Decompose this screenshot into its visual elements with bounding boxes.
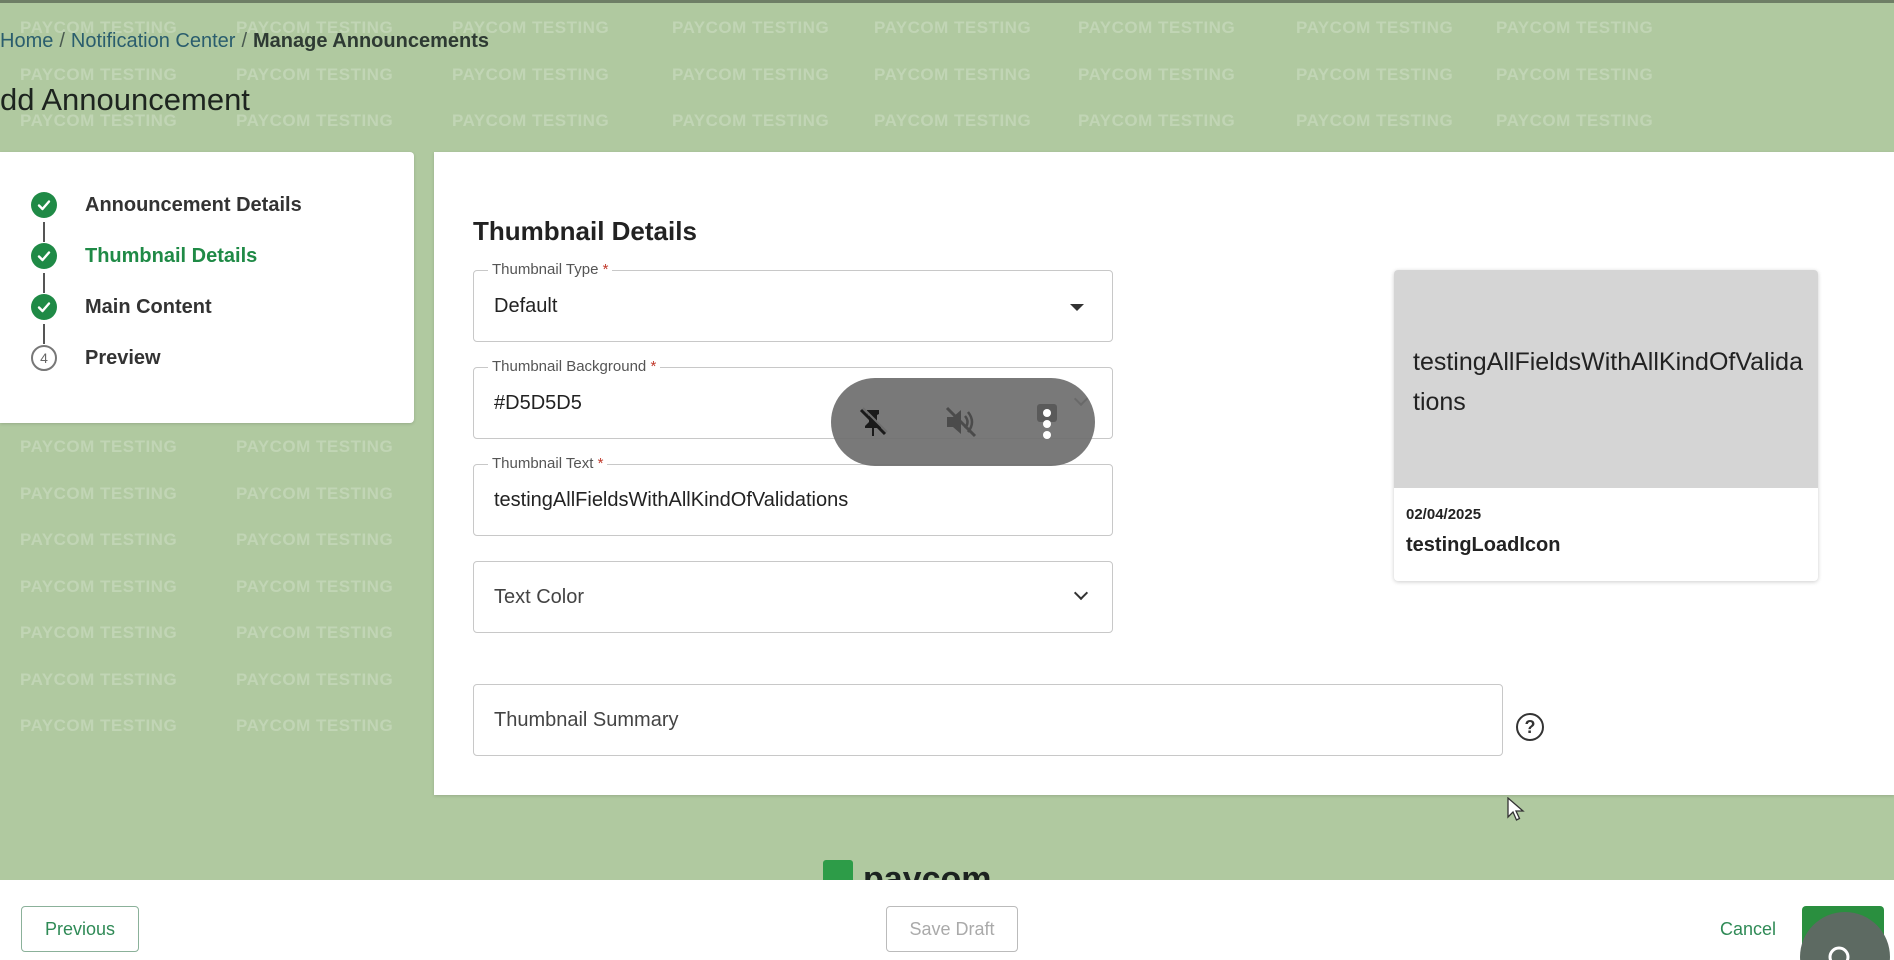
watermark-text: PAYCOM TESTING — [672, 65, 830, 84]
watermark-text: PAYCOM TESTING — [672, 111, 830, 130]
breadcrumb-separator: / — [241, 30, 248, 52]
field-label: Thumbnail Background * — [488, 358, 661, 375]
watermark-text: PAYCOM TESTING — [1496, 111, 1654, 130]
watermark-text: PAYCOM TESTING — [236, 577, 394, 596]
watermark-text: PAYCOM TESTING — [20, 670, 178, 689]
breadcrumb-current: Manage Announcements — [253, 30, 489, 52]
text-color-placeholder: Text Color — [494, 586, 585, 608]
pin-off-icon[interactable] — [853, 402, 893, 442]
step-preview[interactable]: 4 Preview — [31, 343, 161, 373]
chevron-down-icon — [1073, 585, 1089, 601]
step-label: Announcement Details — [85, 194, 302, 216]
field-label: Thumbnail Text * — [488, 455, 608, 472]
thumbnail-preview-image: testingAllFieldsWithAllKindOfValidations — [1394, 270, 1818, 488]
thumbnail-preview-card: testingAllFieldsWithAllKindOfValidations… — [1394, 270, 1818, 581]
step-connector — [43, 273, 45, 293]
breadcrumb-separator: / — [59, 30, 65, 52]
previous-button[interactable]: Previous — [21, 906, 139, 952]
preview-name: testingLoadIcon — [1406, 534, 1561, 556]
breadcrumb-home[interactable]: Home — [0, 30, 53, 52]
watermark-text: PAYCOM TESTING — [874, 18, 1032, 37]
check-circle-icon — [31, 294, 57, 320]
watermark-text: PAYCOM TESTING — [1296, 111, 1454, 130]
logo-text: paycom — [863, 860, 992, 882]
caret-down-icon — [1070, 304, 1084, 311]
watermark-text: PAYCOM TESTING — [672, 18, 830, 37]
logo-mark — [823, 860, 853, 882]
watermark-text: PAYCOM TESTING — [452, 111, 610, 130]
watermark-text: PAYCOM TESTING — [1078, 111, 1236, 130]
mouse-cursor-icon — [1507, 797, 1525, 821]
watermark-text: PAYCOM TESTING — [1496, 18, 1654, 37]
thumbnail-type-select[interactable]: Thumbnail Type * Default — [473, 261, 1113, 342]
thumbnail-background-value: #D5D5D5 — [494, 392, 582, 414]
watermark-text: PAYCOM TESTING — [20, 577, 178, 596]
watermark-text: PAYCOM TESTING — [1296, 65, 1454, 84]
step-connector — [43, 324, 45, 344]
watermark-text: PAYCOM TESTING — [452, 65, 610, 84]
volume-off-icon[interactable] — [941, 402, 981, 442]
watermark-text: PAYCOM TESTING — [1296, 18, 1454, 37]
step-label: Preview — [85, 347, 161, 369]
watermark-text: PAYCOM TESTING — [874, 111, 1032, 130]
watermark-text: PAYCOM TESTING — [236, 670, 394, 689]
footer-bar: Previous Save Draft Cancel Next — [0, 880, 1894, 960]
watermark-text: PAYCOM TESTING — [20, 623, 178, 642]
watermark-text: PAYCOM TESTING — [20, 716, 178, 735]
watermark-text: PAYCOM TESTING — [1496, 65, 1654, 84]
watermark-text: PAYCOM TESTING — [236, 530, 394, 549]
step-label: Thumbnail Details — [85, 245, 258, 267]
watermark-text: PAYCOM TESTING — [236, 716, 394, 735]
section-title: Thumbnail Details — [473, 216, 697, 246]
thumbnail-type-value: Default — [494, 295, 558, 317]
preview-thumbnail-text: testingAllFieldsWithAllKindOfValidations — [1413, 348, 1803, 416]
step-thumbnail-details[interactable]: Thumbnail Details — [31, 241, 257, 271]
watermark-text: PAYCOM TESTING — [236, 65, 394, 84]
paycom-logo: paycom — [823, 858, 1023, 882]
stepper-card: Announcement Details Thumbnail Details M… — [0, 152, 414, 423]
watermark-text: PAYCOM TESTING — [1078, 65, 1236, 84]
preview-date: 02/04/2025 — [1406, 506, 1482, 523]
watermark-text: PAYCOM TESTING — [20, 437, 178, 456]
watermark-row: PAYCOM TESTING PAYCOM TESTING PAYCOM TESTI… — [0, 111, 1894, 131]
thumbnail-summary-placeholder: Thumbnail Summary — [494, 709, 679, 731]
watermark-text: PAYCOM TESTING — [20, 484, 178, 503]
page-title: dd Announcement — [0, 82, 250, 117]
watermark-text: PAYCOM TESTING — [236, 484, 394, 503]
text-color-select[interactable]: Text Color — [473, 561, 1113, 633]
check-circle-icon — [31, 243, 57, 269]
step-announcement-details[interactable]: Announcement Details — [31, 190, 302, 220]
watermark-text: PAYCOM TESTING — [236, 437, 394, 456]
step-number-icon: 4 — [31, 345, 57, 371]
watermark-text: PAYCOM TESTING — [236, 623, 394, 642]
step-connector — [43, 222, 45, 242]
watermark-text: PAYCOM TESTING — [236, 111, 394, 130]
window-top-edge — [0, 0, 1894, 3]
watermark-text: PAYCOM TESTING — [1078, 18, 1236, 37]
save-draft-button[interactable]: Save Draft — [886, 906, 1018, 952]
more-vertical-icon[interactable] — [1027, 402, 1067, 442]
chat-fab-button[interactable] — [1800, 912, 1890, 960]
watermark-text: PAYCOM TESTING — [20, 530, 178, 549]
cancel-button[interactable]: Cancel — [1720, 919, 1776, 940]
breadcrumb: Home / Notification Center / Manage Announce… — [0, 30, 489, 53]
breadcrumb-notification-center[interactable]: Notification Center — [71, 30, 236, 52]
check-circle-icon — [31, 192, 57, 218]
watermark-row: PAYCOM TESTING PAYCOM TESTING PAYCOM TESTI… — [0, 65, 1894, 85]
step-main-content[interactable]: Main Content — [31, 292, 212, 322]
help-icon[interactable]: ? — [1516, 713, 1544, 741]
chat-icon — [1828, 946, 1850, 960]
watermark-text: PAYCOM TESTING — [874, 65, 1032, 84]
thumbnail-summary-input[interactable]: Thumbnail Summary — [473, 684, 1503, 756]
step-label: Main Content — [85, 296, 212, 318]
field-label: Thumbnail Type * — [488, 261, 613, 278]
thumbnail-text-input[interactable]: Thumbnail Text * testingAllFieldsWithAll… — [473, 455, 1113, 536]
thumbnail-text-value: testingAllFieldsWithAllKindOfValidations — [494, 489, 849, 511]
thumbnail-details-card: Thumbnail Details Thumbnail Type * Defau… — [434, 152, 1894, 795]
media-controls-overlay — [831, 378, 1095, 466]
